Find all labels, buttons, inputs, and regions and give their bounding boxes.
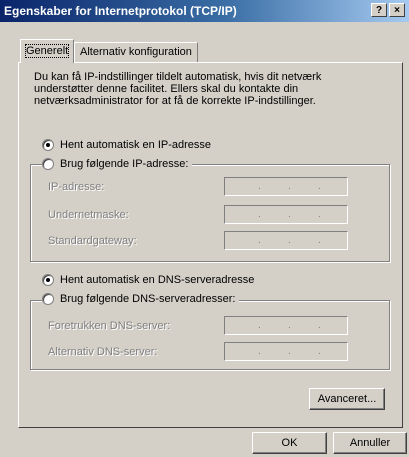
tab-alternativ-label: Alternativ konfiguration [80,46,192,58]
radio-manual-dns-indicator[interactable] [42,293,54,306]
radio-manual-dns[interactable]: Brug følgende DNS-serveradresser: [42,292,240,306]
radio-auto-dns-label: Hent automatisk en DNS-serveradresse [60,274,255,286]
subnet-mask-field[interactable]: ... [224,205,348,224]
ip-address-label: IP-adresse: [48,181,105,193]
ok-button[interactable]: OK [252,432,327,454]
radio-manual-dns-label: Brug følgende DNS-serveradresser: [60,293,236,305]
subnet-mask-label: Undernetmaske: [48,209,129,221]
title-bar: Egenskaber for Internetprotokol (TCP/IP)… [0,0,409,22]
tab-alternativ-konfiguration[interactable]: Alternativ konfiguration [74,42,198,62]
description-text: Du kan få IP-indstillinger tildelt autom… [34,71,322,107]
ip-address-field[interactable]: ... [224,177,348,196]
radio-auto-dns-indicator[interactable] [42,274,54,287]
window-title: Egenskaber for Internetprotokol (TCP/IP) [4,4,237,18]
radio-manual-ip-indicator[interactable] [42,158,54,171]
cancel-button[interactable]: Annuller [333,432,407,454]
radio-auto-dns[interactable]: Hent automatisk en DNS-serveradresse [42,273,259,287]
default-gateway-field[interactable]: ... [224,231,348,250]
preferred-dns-label: Foretrukken DNS-server: [48,320,171,332]
radio-manual-ip[interactable]: Brug følgende IP-adresse: [42,157,193,171]
preferred-dns-field[interactable]: ... [224,316,348,335]
default-gateway-label: Standardgateway: [48,235,137,247]
radio-auto-ip-indicator[interactable] [42,139,54,152]
alternate-dns-label: Alternativ DNS-server: [48,346,158,358]
help-button[interactable]: ? [371,3,387,17]
alternate-dns-field[interactable]: ... [224,342,348,361]
radio-auto-ip-label: Hent automatisk en IP-adresse [60,139,212,151]
radio-auto-ip[interactable]: Hent automatisk en IP-adresse [42,138,216,152]
close-button[interactable]: × [389,3,405,17]
tab-generelt[interactable]: Generelt [20,39,75,63]
radio-manual-ip-label: Brug følgende IP-adresse: [60,158,189,170]
advanced-button[interactable]: Avanceret... [309,388,385,410]
tab-generelt-label: Generelt [24,44,70,58]
